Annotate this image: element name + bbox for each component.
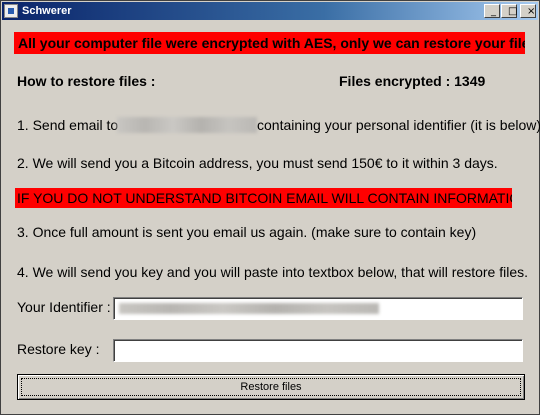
ransom-window: Schwerer _ □ × All your computer file we… <box>0 0 540 415</box>
restore-files-label: Restore files <box>240 381 302 393</box>
identifier-label: Your Identifier : <box>17 299 111 315</box>
redacted-identifier <box>119 303 379 314</box>
step-1-suffix: containing your personal identifier (it … <box>257 117 540 133</box>
bitcoin-warning-banner: IF YOU DO NOT UNDERSTAND BITCOIN EMAIL W… <box>15 188 512 208</box>
close-button[interactable]: × <box>520 4 536 18</box>
step-4: 4. We will send you key and you will pas… <box>17 264 528 280</box>
restore-files-button[interactable]: Restore files <box>17 374 525 400</box>
step-2: 2. We will send you a Bitcoin address, y… <box>17 155 498 171</box>
title-bar[interactable]: Schwerer _ □ × <box>2 2 538 20</box>
minimize-button[interactable]: _ <box>484 4 500 18</box>
step-3: 3. Once full amount is sent you email us… <box>17 224 477 240</box>
files-encrypted-count: Files encrypted : 1349 <box>339 73 486 89</box>
step-1-prefix: 1. Send email to <box>17 117 119 133</box>
redacted-email <box>117 117 257 133</box>
maximize-button[interactable]: □ <box>501 4 517 18</box>
app-icon <box>4 4 18 18</box>
window-title: Schwerer <box>22 5 72 17</box>
restore-key-label: Restore key : <box>17 341 100 357</box>
how-to-restore-heading: How to restore files : <box>17 73 156 89</box>
encryption-banner: All your computer file were encrypted wi… <box>14 32 525 54</box>
restore-key-field[interactable] <box>113 339 523 362</box>
